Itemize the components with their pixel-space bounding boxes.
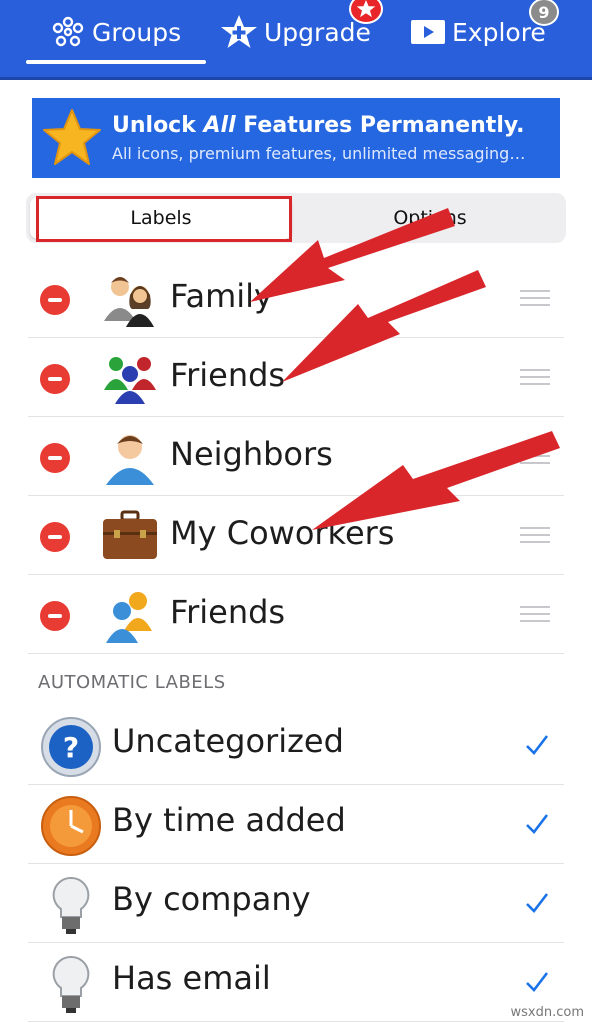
banner-subtitle: All icons, premium features, unlimited m… xyxy=(112,144,526,163)
delete-button[interactable] xyxy=(40,601,70,631)
watermark: wsxdn.com xyxy=(510,1005,585,1020)
banner-title: Unlock All Features Permanently. xyxy=(112,113,525,138)
lightbulb-icon xyxy=(52,876,90,934)
automatic-label-name: Uncategorized xyxy=(112,722,344,760)
label-row[interactable]: Neighbors xyxy=(28,417,564,496)
label-name: My Coworkers xyxy=(170,514,395,552)
nav-explore-tab[interactable]: Explore xyxy=(410,0,546,64)
nav-groups-label: Groups xyxy=(92,17,182,47)
checkmark-icon xyxy=(526,814,549,834)
delete-button[interactable] xyxy=(40,522,70,552)
automatic-labels-header: AUTOMATIC LABELS xyxy=(38,672,226,693)
automatic-label-row[interactable]: Has email xyxy=(28,943,564,1022)
star-icon xyxy=(356,0,376,18)
lightbulb-icon xyxy=(52,955,90,1013)
label-row[interactable]: Family xyxy=(28,259,564,338)
label-name: Family xyxy=(170,277,273,315)
labels-annotation-box xyxy=(36,196,292,242)
banner-text: Unlock All Features Permanently. All ico… xyxy=(112,113,525,163)
delete-button[interactable] xyxy=(40,364,70,394)
star-plus-icon xyxy=(221,15,257,48)
delete-button[interactable] xyxy=(40,443,70,473)
automatic-label-name: Has email xyxy=(112,959,271,997)
friends-group-icon xyxy=(104,357,156,404)
banner-star-icon xyxy=(32,98,112,178)
automatic-label-name: By company xyxy=(112,880,311,918)
label-name: Neighbors xyxy=(170,435,333,473)
label-row[interactable]: My Coworkers xyxy=(28,496,564,575)
delete-button[interactable] xyxy=(40,285,70,315)
checkmark-icon xyxy=(526,972,549,992)
top-nav: Groups Upgrade Explore 9 xyxy=(0,0,592,80)
automatic-label-row[interactable]: By time added xyxy=(28,785,564,864)
label-name: Friends xyxy=(170,356,286,394)
family-icon xyxy=(104,277,154,327)
person-icon xyxy=(106,435,154,485)
automatic-label-row[interactable]: By company xyxy=(28,864,564,943)
drag-handle-icon[interactable] xyxy=(520,448,550,466)
upgrade-star-badge xyxy=(349,0,383,24)
play-icon xyxy=(411,20,445,44)
checkmark-icon xyxy=(526,893,549,913)
automatic-label-name: By time added xyxy=(112,801,346,839)
automatic-label-row[interactable]: ? Uncategorized xyxy=(28,706,564,785)
question-icon: ? xyxy=(41,717,101,777)
label-row[interactable]: Friends xyxy=(28,338,564,417)
drag-handle-icon[interactable] xyxy=(520,369,550,387)
checkmark-icon xyxy=(526,735,549,755)
drag-handle-icon[interactable] xyxy=(520,527,550,545)
active-tab-indicator xyxy=(26,60,206,64)
nav-groups-tab[interactable]: Groups xyxy=(50,0,181,64)
explore-count-badge: 9 xyxy=(529,0,559,26)
clock-icon xyxy=(41,796,101,856)
groups-icon xyxy=(52,16,84,47)
nav-upgrade-label: Upgrade xyxy=(264,17,371,47)
drag-handle-icon[interactable] xyxy=(520,290,550,308)
label-name: Friends xyxy=(170,593,286,631)
friends-pair-icon xyxy=(106,592,152,643)
drag-handle-icon[interactable] xyxy=(520,606,550,624)
upgrade-banner[interactable]: Unlock All Features Permanently. All ico… xyxy=(32,98,560,178)
briefcase-icon xyxy=(103,510,157,559)
svg-text:?: ? xyxy=(63,731,79,764)
nav-explore-label: Explore xyxy=(452,17,546,47)
label-row[interactable]: Friends xyxy=(28,575,564,654)
options-segment[interactable]: Options xyxy=(298,197,562,239)
